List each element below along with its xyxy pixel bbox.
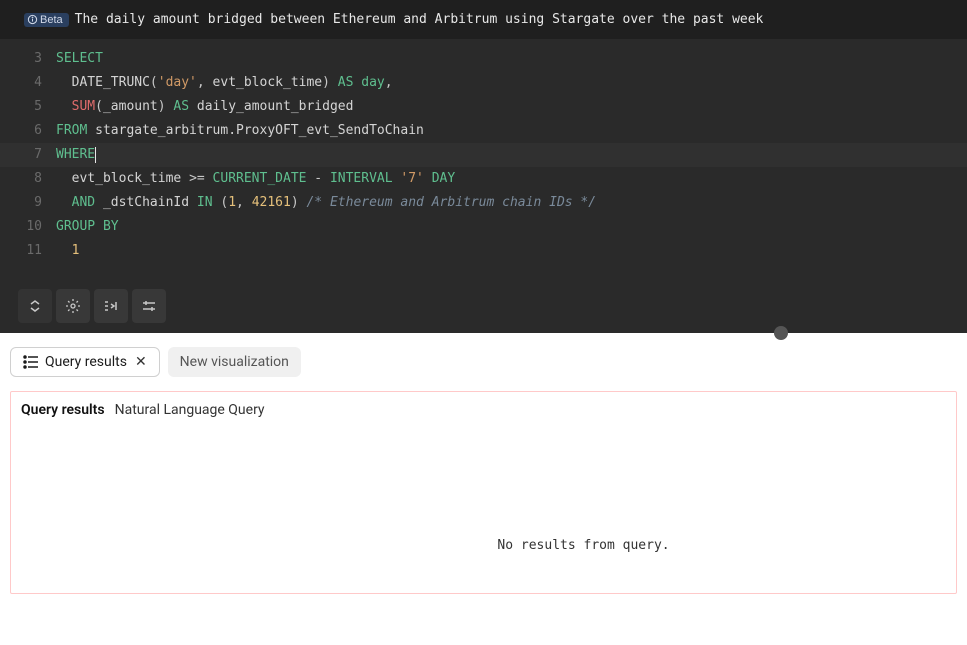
line-number: 3 (0, 47, 56, 71)
code-content[interactable]: FROM stargate_arbitrum.ProxyOFT_evt_Send… (56, 119, 424, 143)
sliders-icon (141, 298, 157, 314)
code-line: 11 1 (0, 239, 967, 263)
indent-button[interactable] (94, 289, 128, 323)
gear-icon (65, 298, 81, 314)
query-description-text: The daily amount bridged between Ethereu… (75, 12, 764, 27)
code-content[interactable]: DATE_TRUNC('day', evt_block_time) AS day… (56, 71, 393, 95)
info-icon (27, 14, 38, 25)
resize-handle[interactable] (774, 326, 788, 340)
code-line: 4 DATE_TRUNC('day', evt_block_time) AS d… (0, 71, 967, 95)
results-title: Query results (21, 402, 105, 418)
line-number: 4 (0, 71, 56, 95)
editor-area: Beta The daily amount bridged between Et… (0, 0, 967, 333)
code-content[interactable]: AND _dstChainId IN (1, 42161) /* Ethereu… (56, 191, 596, 215)
expand-icon (27, 298, 43, 314)
code-line: 10GROUP BY (0, 215, 967, 239)
line-number: 11 (0, 239, 56, 263)
results-header: Query results Natural Language Query (21, 402, 946, 418)
sliders-button[interactable] (132, 289, 166, 323)
tab-new-viz-label: New visualization (180, 354, 289, 370)
beta-label: Beta (40, 14, 63, 26)
tab-query-results-label: Query results (45, 354, 127, 370)
results-panel: Query results Natural Language Query No … (10, 391, 957, 594)
line-number: 9 (0, 191, 56, 215)
close-icon[interactable]: ✕ (135, 354, 147, 370)
code-content[interactable]: WHERE (56, 143, 96, 167)
no-results-message: No results from query. (21, 538, 946, 553)
code-content[interactable]: SELECT (56, 47, 103, 71)
indent-icon (103, 298, 119, 314)
beta-badge: Beta (24, 13, 69, 27)
results-subtitle: Natural Language Query (115, 402, 265, 418)
line-number: 7 (0, 143, 56, 167)
code-content[interactable]: evt_block_time >= CURRENT_DATE - INTERVA… (56, 167, 455, 191)
text-cursor (95, 147, 96, 163)
list-icon (23, 355, 39, 369)
expand-collapse-button[interactable] (18, 289, 52, 323)
results-tabs: Query results ✕ New visualization (0, 333, 967, 391)
code-content[interactable]: SUM(_amount) AS daily_amount_bridged (56, 95, 353, 119)
line-number: 6 (0, 119, 56, 143)
sql-code-editor[interactable]: 3SELECT4 DATE_TRUNC('day', evt_block_tim… (0, 39, 967, 279)
query-description-bar: Beta The daily amount bridged between Et… (0, 0, 967, 39)
code-line: 7WHERE (0, 143, 967, 167)
tab-new-visualization[interactable]: New visualization (168, 347, 301, 377)
code-content[interactable]: 1 (56, 239, 79, 263)
tab-query-results[interactable]: Query results ✕ (10, 347, 160, 377)
code-line: 3SELECT (0, 47, 967, 71)
code-line: 6FROM stargate_arbitrum.ProxyOFT_evt_Sen… (0, 119, 967, 143)
code-line: 8 evt_block_time >= CURRENT_DATE - INTER… (0, 167, 967, 191)
code-line: 5 SUM(_amount) AS daily_amount_bridged (0, 95, 967, 119)
code-content[interactable]: GROUP BY (56, 215, 119, 239)
settings-button[interactable] (56, 289, 90, 323)
editor-toolbar (0, 279, 967, 333)
code-line: 9 AND _dstChainId IN (1, 42161) /* Ether… (0, 191, 967, 215)
line-number: 5 (0, 95, 56, 119)
line-number: 10 (0, 215, 56, 239)
line-number: 8 (0, 167, 56, 191)
